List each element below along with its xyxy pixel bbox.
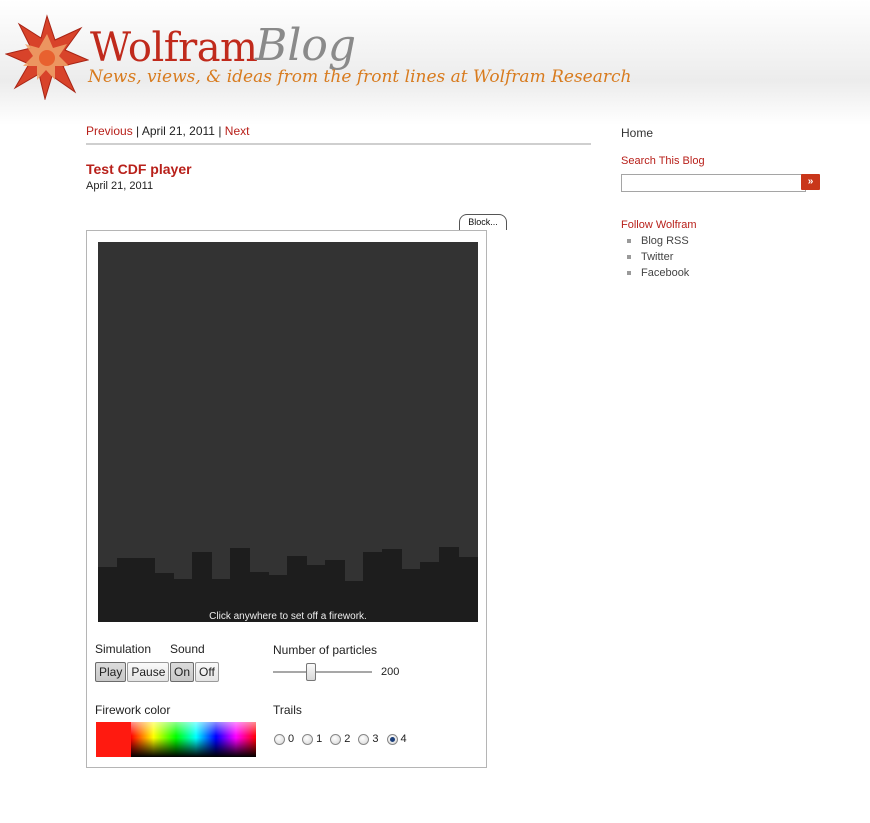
play-button[interactable]: Play: [95, 662, 127, 682]
brand-tagline: News, views, & ideas from the front line…: [88, 67, 632, 87]
particles-label: Number of particles: [273, 643, 378, 657]
nav-separator: |: [132, 124, 142, 138]
trails-option[interactable]: 2: [330, 733, 350, 745]
trails-option[interactable]: 1: [302, 733, 322, 745]
simulation-label: Simulation: [95, 642, 152, 656]
sound-toggle: On Off: [170, 662, 220, 682]
bullet-icon: [627, 255, 631, 259]
particles-slider-track[interactable]: [273, 671, 372, 673]
follow-item-twitter[interactable]: Twitter: [627, 249, 689, 265]
follow-link-label[interactable]: Facebook: [641, 267, 689, 279]
firework-color-label: Firework color: [95, 703, 171, 717]
particles-slider-thumb[interactable]: [306, 663, 316, 681]
trails-option-label: 1: [316, 733, 323, 745]
firework-canvas[interactable]: Click anywhere to set off a firework.: [98, 242, 478, 622]
post-navigation: Previous | April 21, 2011 | Next: [86, 124, 249, 138]
next-link[interactable]: Next: [225, 124, 250, 138]
trails-option[interactable]: 0: [274, 733, 294, 745]
post-title[interactable]: Test CDF player: [86, 161, 192, 177]
particles-value: 200: [381, 666, 400, 678]
radio-button-selected[interactable]: [386, 733, 398, 745]
nav-divider: [86, 143, 591, 145]
color-spectrum-picker[interactable]: [131, 722, 256, 757]
trails-option[interactable]: 3: [358, 733, 379, 745]
follow-link-label[interactable]: Blog RSS: [641, 235, 689, 247]
follow-link-label[interactable]: Twitter: [641, 251, 673, 263]
sound-on-button[interactable]: On: [170, 662, 195, 682]
radio-button[interactable]: [358, 733, 370, 745]
canvas-hint: Click anywhere to set off a firework.: [209, 611, 367, 622]
bullet-icon: [627, 271, 631, 275]
city-skyline: [98, 547, 478, 622]
trails-radio-group: 0 1 2 3 4: [274, 733, 415, 745]
trails-option[interactable]: 4: [386, 733, 407, 745]
sound-label: Sound: [170, 642, 205, 656]
brand-blog-word[interactable]: Blog: [255, 24, 356, 68]
home-link[interactable]: Home: [621, 126, 653, 140]
follow-list: Blog RSS Twitter Facebook: [627, 233, 689, 281]
trails-option-label: 2: [344, 733, 351, 745]
trails-option-label: 0: [288, 733, 295, 745]
trails-option-label: 4: [400, 733, 407, 745]
cdf-player: Click anywhere to set off a firework. Si…: [86, 230, 487, 768]
sound-off-button[interactable]: Off: [195, 662, 219, 682]
radio-button[interactable]: [302, 733, 314, 745]
pause-button[interactable]: Pause: [127, 662, 170, 682]
follow-item-rss[interactable]: Blog RSS: [627, 233, 689, 249]
trails-option-label: 3: [372, 733, 379, 745]
bullet-icon: [627, 239, 631, 243]
post-date: April 21, 2011: [86, 180, 154, 192]
nav-date: April 21, 2011: [141, 124, 215, 138]
nav-separator: |: [214, 124, 225, 138]
radio-button[interactable]: [274, 733, 285, 745]
firework-color-swatch[interactable]: [96, 722, 131, 757]
search-button[interactable]: »: [801, 174, 820, 190]
radio-button[interactable]: [330, 733, 342, 745]
search-heading: Search This Blog: [621, 155, 705, 167]
wolfram-spikey-logo-icon[interactable]: [5, 14, 89, 100]
brand-wordmark[interactable]: Wolfram: [90, 28, 258, 68]
follow-item-facebook[interactable]: Facebook: [627, 265, 689, 281]
previous-link[interactable]: Previous: [86, 124, 133, 138]
trails-label: Trails: [273, 703, 302, 717]
simulation-toggle: Play Pause: [95, 662, 170, 682]
search-input[interactable]: [621, 174, 806, 192]
follow-heading: Follow Wolfram: [621, 219, 697, 231]
block-tab[interactable]: Block...: [459, 214, 507, 230]
